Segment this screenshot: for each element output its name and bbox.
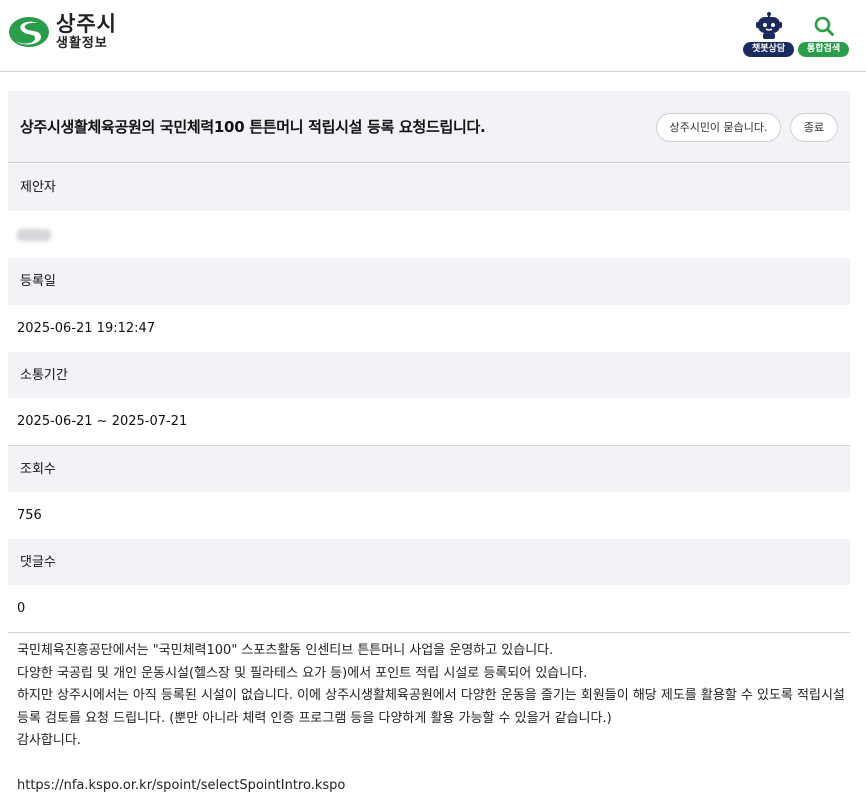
chatbot-label: 챗봇상담 <box>743 42 795 57</box>
comments-value: 0 <box>8 585 850 632</box>
registered-date-value: 2025-06-21 19:12:47 <box>8 305 850 352</box>
post-title-bar: 상주시생활체육공원의 국민체력100 튼튼머니 적립시설 등록 요청드립니다. … <box>8 91 850 163</box>
content-line: 국민체육진흥공단에서는 "국민체력100" 스포츠활동 인센티브 튼튼머니 사업… <box>17 643 554 658</box>
logo-subtitle: 생활정보 <box>56 36 108 51</box>
search-icon <box>809 10 839 42</box>
views-value: 756 <box>8 492 850 539</box>
site-header: 상주시 생활정보 챗봇상담 통합검색 <box>0 0 866 72</box>
content-line: 감사합니다. <box>17 733 81 748</box>
ask-citizens-button[interactable]: 상주시민이 묻습니다. <box>656 113 781 142</box>
search-label: 통합검색 <box>798 42 850 57</box>
content-line: 다양한 국공립 및 개인 운동시설(헬스장 및 필라테스 요가 등)에서 포인트… <box>17 665 588 681</box>
chatbot-button[interactable]: 챗봇상담 <box>743 10 795 57</box>
logo-title: 상주시 <box>56 12 117 36</box>
site-logo[interactable]: 상주시 생활정보 <box>8 14 117 50</box>
sangju-logo-icon <box>9 17 49 47</box>
registered-date-label: 등록일 <box>8 258 850 305</box>
proposer-label: 제안자 <box>8 164 850 211</box>
post-title: 상주시생활체육공원의 국민체력100 튼튼머니 적립시설 등록 요청드립니다. <box>20 118 486 136</box>
post-content: 국민체육진흥공단에서는 "국민체력100" 스포츠활동 인센티브 튼튼머니 사업… <box>17 640 847 798</box>
period-value: 2025-06-21 ~ 2025-07-21 <box>8 398 850 445</box>
period-label: 소통기간 <box>8 352 850 399</box>
redacted-name <box>17 228 51 241</box>
site-search-button[interactable]: 통합검색 <box>798 10 850 57</box>
divider <box>8 632 850 633</box>
comments-label: 댓글수 <box>8 539 850 586</box>
content-line: 하지만 상주시에서는 아직 등록된 시설이 없습니다. 이에 상주시생활체육공원… <box>17 688 845 726</box>
status-closed-button[interactable]: 종료 <box>790 113 838 142</box>
reference-link[interactable]: https://nfa.kspo.or.kr/spoint/selectSpoi… <box>17 778 345 793</box>
views-label: 조회수 <box>8 446 850 493</box>
robot-icon <box>754 10 784 42</box>
proposer-value <box>8 211 850 258</box>
